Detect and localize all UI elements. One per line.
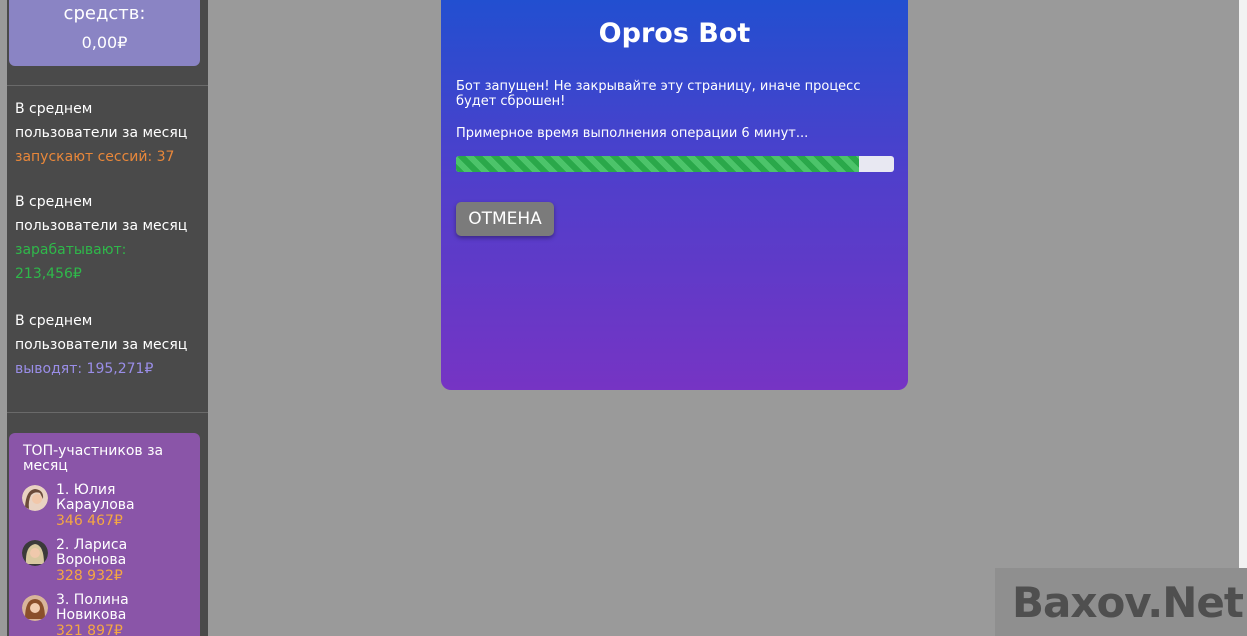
stat-label: пользователи за месяц [15, 218, 188, 234]
watermark: Baxov.Net [1012, 578, 1244, 627]
stat-earnings: В среднем пользователи за месяц зарабаты… [15, 190, 205, 286]
sidebar-divider [7, 85, 208, 86]
status-message: Бот запущен! Не закрывайте эту страницу,… [456, 79, 861, 109]
stat-label: пользователи за месяц [15, 125, 188, 141]
panel-title: Opros Bot [598, 18, 751, 49]
top-title: ТОП-участников за месяц [23, 443, 164, 474]
stat-sessions: В среднем пользователи за месяц запускаю… [15, 97, 205, 169]
stat-value: выводят: 195,271₽ [15, 361, 154, 377]
avatar [22, 540, 48, 566]
stat-value: запускают сессий: 37 [15, 149, 175, 165]
stat-label: пользователи за месяц [15, 337, 188, 353]
stat-label: В среднем [15, 101, 93, 117]
balance-value: 0,00₽ [81, 33, 128, 52]
avatar [22, 595, 48, 621]
top-name: 3. Полина Новикова [56, 592, 129, 623]
top-name: 1. Юлия Караулова [56, 482, 135, 513]
progress-fill [456, 156, 859, 172]
bot-panel: Opros Bot Бот запущен! Не закрывайте эту… [441, 0, 908, 390]
scrollbar[interactable] [1239, 0, 1247, 568]
eta-message: Примерное время выполнения операции 6 ми… [456, 126, 809, 141]
top-participants-card: ТОП-участников за месяц 1. Юлия Караулов… [9, 433, 200, 636]
balance-label: средств: [63, 3, 146, 24]
top-amount: 328 932₽ [56, 568, 123, 584]
top-item: 1. Юлия Караулова 346 467₽ [22, 483, 192, 535]
stat-value: зарабатывают: 213,456₽ [15, 242, 127, 282]
top-name: 2. Лариса Воронова [56, 537, 128, 568]
top-item: 2. Лариса Воронова 328 932₽ [22, 538, 192, 590]
sidebar-divider [7, 412, 208, 413]
balance-card: средств: 0,00₽ [9, 0, 200, 66]
top-amount: 346 467₽ [56, 513, 123, 529]
stat-label: В среднем [15, 194, 93, 210]
stat-label: В среднем [15, 313, 93, 329]
top-amount: 321 897₽ [56, 623, 123, 636]
top-item: 3. Полина Новикова 321 897₽ [22, 593, 192, 636]
page-edge [0, 0, 7, 636]
cancel-button[interactable]: ОТМЕНА [456, 202, 554, 236]
progress-bar [456, 156, 894, 172]
sidebar: средств: 0,00₽ В среднем пользователи за… [7, 0, 208, 636]
stat-withdrawals: В среднем пользователи за месяц выводят:… [15, 309, 205, 381]
avatar [22, 485, 48, 511]
